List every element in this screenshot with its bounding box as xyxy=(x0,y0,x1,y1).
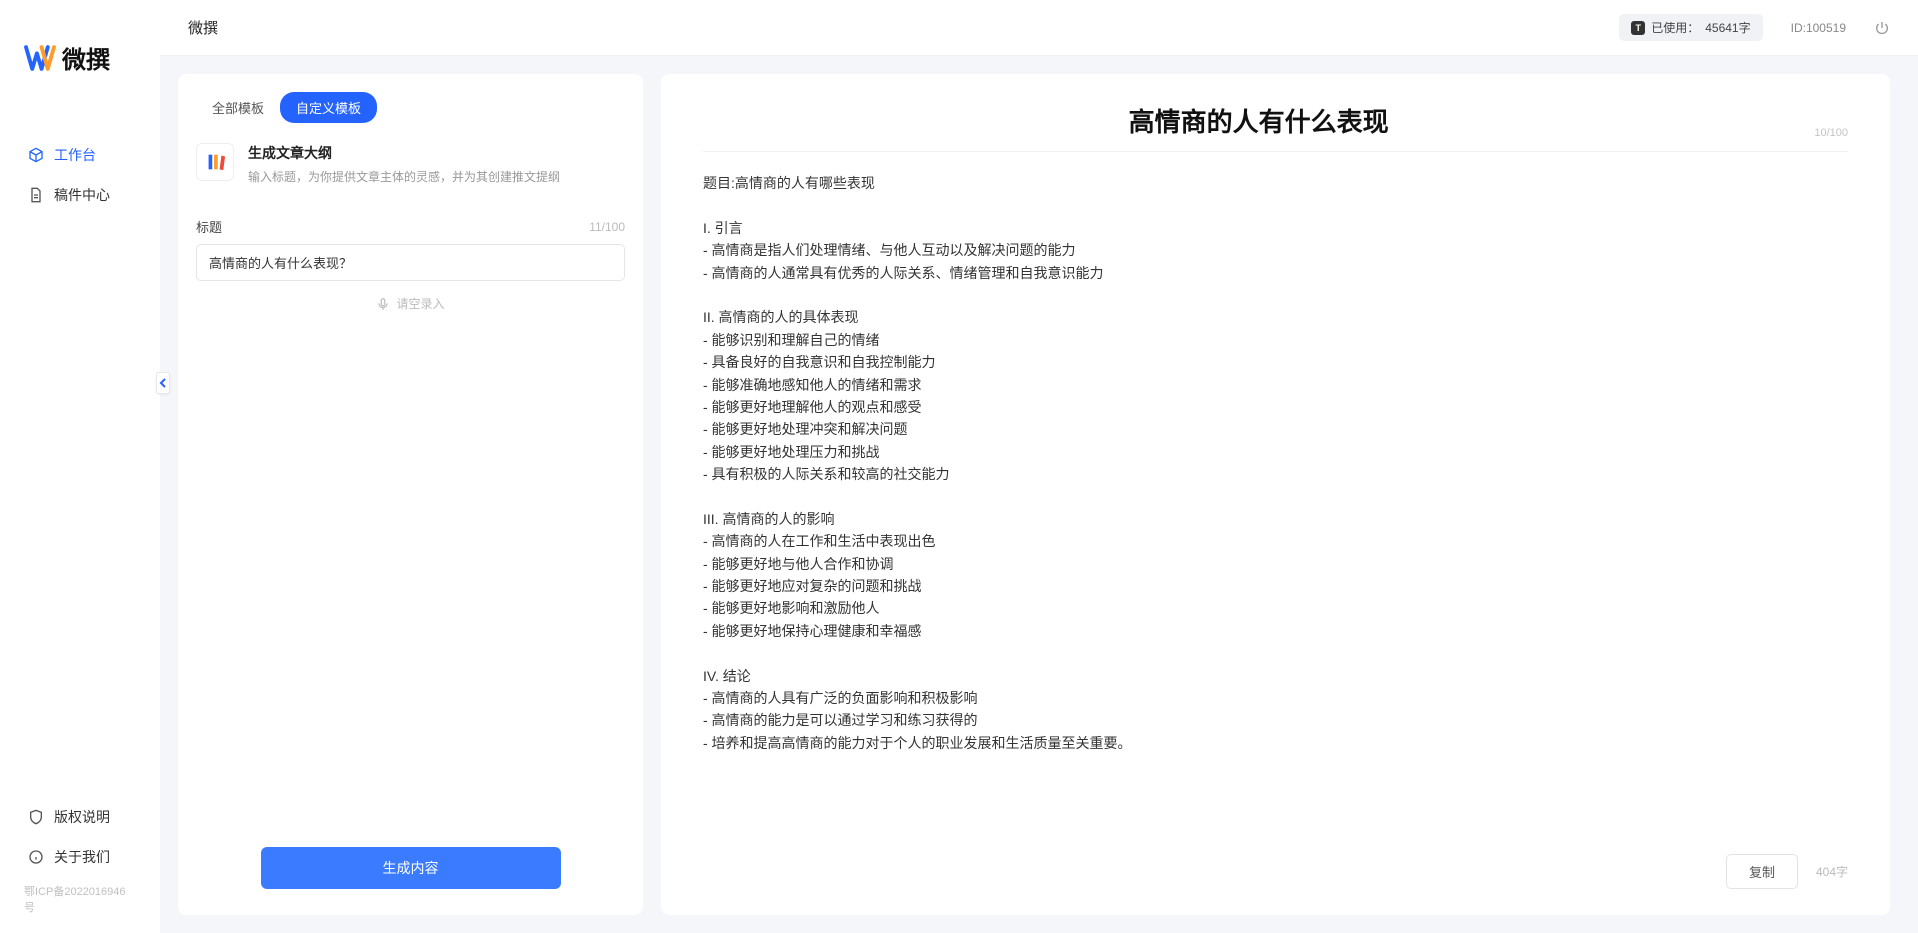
nav: 工作台 稿件中心 xyxy=(0,105,160,787)
tab-custom-templates[interactable]: 自定义模板 xyxy=(280,92,377,123)
document-icon xyxy=(28,187,44,203)
nav-workbench[interactable]: 工作台 xyxy=(0,135,160,175)
title-input[interactable] xyxy=(196,244,625,281)
field-label-title: 标题 xyxy=(196,217,222,236)
shield-icon xyxy=(28,809,44,825)
word-count: 404字 xyxy=(1816,863,1848,880)
info-icon xyxy=(28,849,44,865)
template-icon xyxy=(196,143,234,181)
usage-pill[interactable]: T 已使用： 45641字 xyxy=(1619,14,1762,41)
header: 微撰 T 已使用： 45641字 ID:100519 xyxy=(160,0,1918,56)
cube-icon xyxy=(28,147,44,163)
copy-button[interactable]: 复制 xyxy=(1726,854,1798,889)
collapse-sidebar-button[interactable] xyxy=(156,372,170,394)
nav-label: 关于我们 xyxy=(54,847,110,867)
doc-body[interactable]: 题目:高情商的人有哪些表现 I. 引言 - 高情商是指人们处理情绪、与他人互动以… xyxy=(661,152,1890,836)
voice-hint-text: 请空录入 xyxy=(396,295,444,312)
nav-label: 工作台 xyxy=(54,145,96,165)
user-id: ID:100519 xyxy=(1791,21,1846,35)
nav-about[interactable]: 关于我们 xyxy=(0,837,160,877)
generate-button[interactable]: 生成内容 xyxy=(261,847,561,889)
doc-title: 高情商的人有什么表现 xyxy=(703,102,1814,139)
template-tabs: 全部模板 自定义模板 xyxy=(178,74,643,123)
nav-copyright[interactable]: 版权说明 xyxy=(0,797,160,837)
title-char-count: 10/100 xyxy=(1814,127,1848,139)
logo: 微撰 xyxy=(0,0,160,105)
nav-label: 稿件中心 xyxy=(54,185,110,205)
icp-text: 鄂ICP备2022016946号 xyxy=(0,877,160,915)
nav-drafts[interactable]: 稿件中心 xyxy=(0,175,160,215)
right-panel: 高情商的人有什么表现 10/100 题目:高情商的人有哪些表现 I. 引言 - … xyxy=(661,74,1890,915)
power-icon[interactable] xyxy=(1874,20,1890,36)
left-panel: 全部模板 自定义模板 生成文章大纲 输入标题，为你提供文章主体的灵感，并为其创建… xyxy=(178,74,643,915)
doc-body-text: 题目:高情商的人有哪些表现 I. 引言 - 高情商是指人们处理情绪、与他人互动以… xyxy=(703,172,1848,754)
t-badge-icon: T xyxy=(1631,21,1645,35)
mic-icon xyxy=(376,297,390,311)
template-title: 生成文章大纲 xyxy=(248,143,560,163)
header-title: 微撰 xyxy=(188,17,218,38)
template-card: 生成文章大纲 输入标题，为你提供文章主体的灵感，并为其创建推文提纲 xyxy=(178,123,643,199)
usage-label: 已使用： xyxy=(1651,19,1699,36)
sidebar: 微撰 工作台 稿件中心 版权说明 xyxy=(0,0,160,933)
char-count: 11/100 xyxy=(589,220,625,234)
logo-text: 微撰 xyxy=(62,40,110,75)
tab-all-templates[interactable]: 全部模板 xyxy=(196,92,280,123)
logo-icon xyxy=(24,44,56,72)
sidebar-bottom: 版权说明 关于我们 鄂ICP备2022016946号 xyxy=(0,787,160,933)
usage-value: 45641字 xyxy=(1705,19,1750,36)
voice-input-hint[interactable]: 请空录入 xyxy=(196,281,625,326)
template-desc: 输入标题，为你提供文章主体的灵感，并为其创建推文提纲 xyxy=(248,168,560,185)
nav-label: 版权说明 xyxy=(54,807,110,827)
